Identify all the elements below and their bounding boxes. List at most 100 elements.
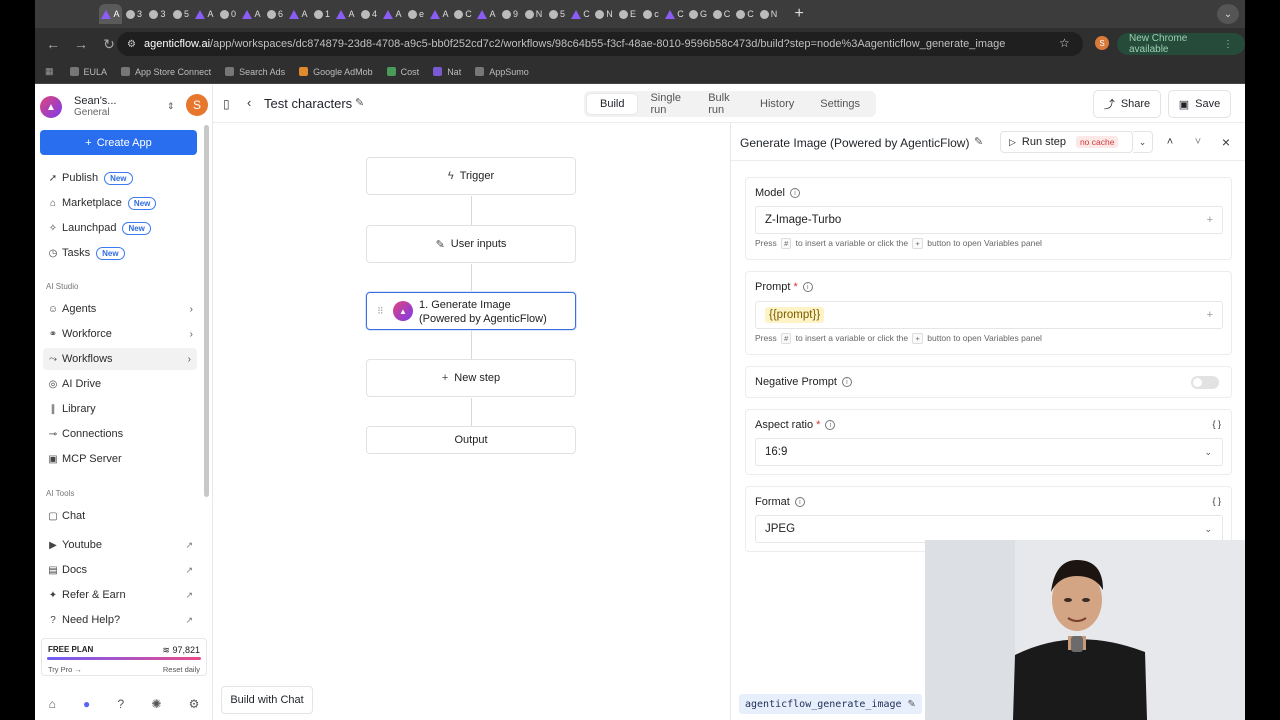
browser-tab[interactable]: C xyxy=(663,4,686,24)
sidebar-link-refer-earn[interactable]: ✦ Refer & Earn ↗ xyxy=(47,584,199,606)
json-mode-icon[interactable]: { } xyxy=(1212,419,1221,429)
browser-tab[interactable]: C xyxy=(452,4,475,24)
prompt-field[interactable]: {{prompt}} + xyxy=(755,301,1223,329)
bookmark-item[interactable]: Nat xyxy=(433,67,461,77)
browser-tab[interactable]: C xyxy=(710,4,733,24)
tab-single-run[interactable]: Single run xyxy=(637,92,695,116)
new-chrome-button[interactable]: New Chrome available ⋮ xyxy=(1117,33,1245,55)
user-avatar[interactable]: S xyxy=(186,94,208,116)
bookmark-item[interactable]: Cost xyxy=(386,67,419,77)
browser-tab[interactable]: C xyxy=(569,4,592,24)
browser-tab[interactable]: A xyxy=(428,4,451,24)
tab-history[interactable]: History xyxy=(747,94,807,114)
menu-dots-icon[interactable]: ⋮ xyxy=(1223,39,1233,50)
save-button[interactable]: ▣ Save xyxy=(1168,90,1231,118)
sidebar-item-workflows[interactable]: ⤳ Workflows › xyxy=(43,348,197,370)
browser-tab[interactable]: E xyxy=(616,4,639,24)
new-step-node[interactable]: + New step xyxy=(366,359,576,397)
browser-tab[interactable]: A xyxy=(381,4,404,24)
question-icon[interactable]: ? xyxy=(117,697,124,711)
tab-search-icon[interactable]: ⌄ xyxy=(1217,4,1239,24)
sidebar-item-launchpad[interactable]: ✧ Launchpad New xyxy=(47,217,199,239)
tab-build[interactable]: Build xyxy=(587,94,638,114)
negative-prompt-toggle[interactable] xyxy=(1191,376,1219,389)
node-id-chip[interactable]: agenticflow_generate_image ✎ xyxy=(739,694,922,714)
browser-tab[interactable]: 3 xyxy=(123,4,146,24)
community-icon[interactable]: ✺ xyxy=(151,697,161,711)
browser-tab[interactable]: 5 xyxy=(170,4,193,24)
aspect-ratio-select[interactable]: 16:9 ⌄ xyxy=(755,438,1223,466)
browser-tab[interactable]: A xyxy=(240,4,263,24)
url-field[interactable]: ⚙ agenticflow.ai/app/workspaces/dc874879… xyxy=(117,32,1083,56)
add-variable-icon[interactable]: + xyxy=(1207,214,1213,226)
sidebar-item-ai-drive[interactable]: ◎ AI Drive xyxy=(47,373,199,395)
trigger-node[interactable]: ϟ Trigger xyxy=(366,157,576,195)
chevron-up-icon[interactable]: ˄ xyxy=(1159,131,1181,153)
chevron-down-icon[interactable]: ˅ xyxy=(1187,131,1209,153)
browser-tab[interactable]: A xyxy=(334,4,357,24)
browser-tab[interactable]: A xyxy=(193,4,216,24)
new-tab-icon[interactable]: + xyxy=(795,5,804,23)
browser-tab[interactable]: 3 xyxy=(146,4,169,24)
workspace-switcher[interactable]: ▲ Sean's... General ⇕ S xyxy=(40,93,208,121)
bookmark-item[interactable]: Search Ads xyxy=(225,67,285,77)
bookmark-item[interactable]: Google AdMob xyxy=(299,67,373,77)
browser-tab[interactable]: N xyxy=(522,4,545,24)
json-mode-icon[interactable]: { } xyxy=(1212,496,1221,506)
tab-bulk-run[interactable]: Bulk run xyxy=(695,92,747,116)
sidebar-item-marketplace[interactable]: ⌂ Marketplace New xyxy=(47,192,199,214)
discord-icon[interactable]: ● xyxy=(83,697,90,711)
browser-tab[interactable]: c xyxy=(640,4,663,24)
bookmark-item[interactable]: AppSumo xyxy=(475,67,529,77)
back-icon[interactable]: ← xyxy=(39,36,67,52)
browser-tab[interactable]: 6 xyxy=(264,4,287,24)
sidebar-item-workforce[interactable]: ⚭ Workforce › xyxy=(47,323,199,345)
browser-tab[interactable]: N xyxy=(757,4,780,24)
chevron-left-icon[interactable]: ‹ xyxy=(247,95,251,110)
sidebar-item-mcp-server[interactable]: ▣ MCP Server xyxy=(47,448,199,470)
settings-gear-icon[interactable]: ⚙ xyxy=(189,697,200,711)
try-pro-link[interactable]: Try Pro → xyxy=(48,665,82,674)
generate-image-node[interactable]: ⠿ ▲ 1. Generate Image (Powered by Agenti… xyxy=(366,292,576,330)
info-icon[interactable]: i xyxy=(825,420,836,430)
chevron-updown-icon[interactable]: ⇕ xyxy=(167,101,175,112)
info-icon[interactable]: i xyxy=(794,497,805,507)
bookmark-star-icon[interactable]: ☆ xyxy=(1059,36,1070,50)
home-icon[interactable]: ⌂ xyxy=(49,697,56,711)
info-icon[interactable]: i xyxy=(841,377,852,387)
output-node[interactable]: Output xyxy=(366,426,576,454)
sidebar-toggle-icon[interactable]: ▯ xyxy=(223,97,230,111)
browser-tab[interactable]: e xyxy=(405,4,428,24)
model-field[interactable]: Z-Image-Turbo + xyxy=(755,206,1223,234)
forward-icon[interactable]: → xyxy=(67,36,95,52)
profile-avatar[interactable]: S xyxy=(1095,36,1109,50)
create-app-button[interactable]: + Create App xyxy=(40,130,197,155)
sidebar-item-agents[interactable]: ☺ Agents › xyxy=(47,298,199,320)
tab-settings[interactable]: Settings xyxy=(807,94,873,114)
sidebar-item-library[interactable]: ∥ Library xyxy=(47,398,199,420)
browser-tab[interactable]: A xyxy=(287,4,310,24)
pencil-icon[interactable]: ✎ xyxy=(355,96,364,109)
info-icon[interactable]: i xyxy=(789,188,800,198)
sidebar-item-connections[interactable]: ⊸ Connections xyxy=(47,423,199,445)
sidebar-link-need-help[interactable]: ? Need Help? ↗ xyxy=(47,609,199,631)
browser-tab[interactable]: G xyxy=(687,4,710,24)
browser-tab[interactable]: 0 xyxy=(217,4,240,24)
sidebar-item-chat[interactable]: ▢ Chat xyxy=(47,505,199,527)
pencil-icon[interactable]: ✎ xyxy=(908,699,916,710)
user-inputs-node[interactable]: ✎ User inputs xyxy=(366,225,576,263)
bookmark-item[interactable]: App Store Connect xyxy=(121,67,211,77)
browser-tab[interactable]: C xyxy=(734,4,757,24)
sidebar-link-docs[interactable]: ▤ Docs ↗ xyxy=(47,559,199,581)
browser-tab[interactable]: 9 xyxy=(499,4,522,24)
sidebar-item-publish[interactable]: ➚ Publish New xyxy=(47,167,199,189)
format-select[interactable]: JPEG ⌄ xyxy=(755,515,1223,543)
run-options-dropdown[interactable]: ⌄ xyxy=(1133,131,1153,153)
browser-tab[interactable]: A xyxy=(99,4,122,24)
browser-tab[interactable]: 5 xyxy=(546,4,569,24)
pencil-icon[interactable]: ✎ xyxy=(974,135,983,148)
info-icon[interactable]: i xyxy=(802,282,813,292)
browser-tab[interactable]: A xyxy=(475,4,498,24)
sidebar-link-youtube[interactable]: ▶ Youtube ↗ xyxy=(47,534,199,556)
browser-tab[interactable]: 4 xyxy=(358,4,381,24)
